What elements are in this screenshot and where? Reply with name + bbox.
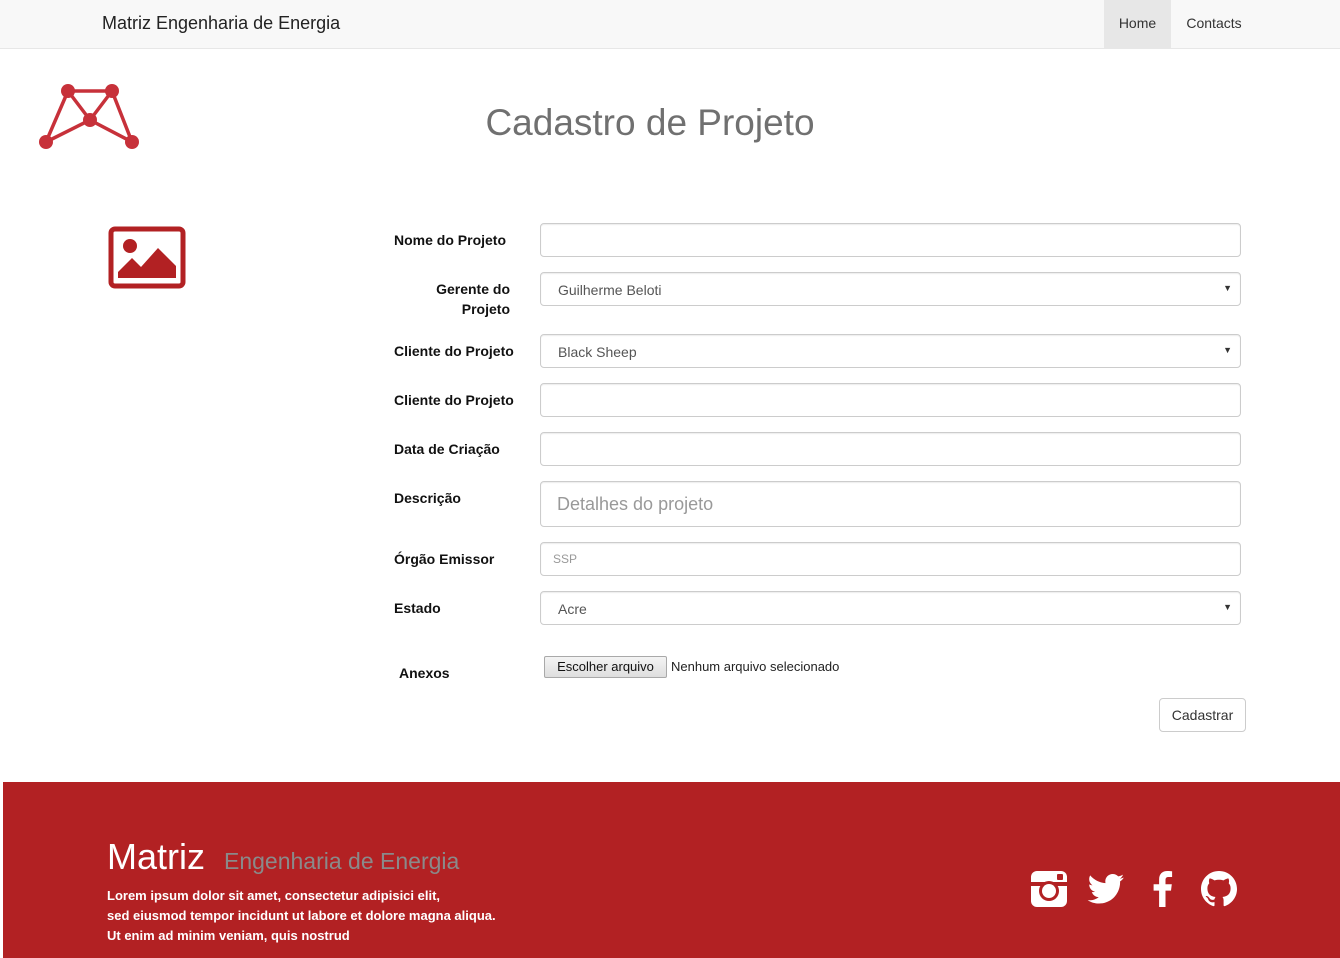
data-criacao-input[interactable]	[540, 432, 1241, 466]
label-anexos: Anexos	[399, 665, 450, 681]
footer: Matriz Engenharia de Energia Lorem ipsum…	[3, 782, 1340, 958]
estado-selected-value: Acre	[558, 601, 587, 617]
estado-select[interactable]: Acre ▼	[540, 591, 1241, 625]
footer-text-line: Lorem ipsum dolor sit amet, consectetur …	[107, 888, 441, 903]
orgao-emissor-input[interactable]	[540, 542, 1241, 576]
label-orgao-emissor: Órgão Emissor	[394, 551, 495, 567]
footer-title: Matriz	[107, 836, 205, 877]
top-navbar: Matriz Engenharia de Energia Home Contac…	[0, 0, 1340, 49]
nav-item-home[interactable]: Home	[1104, 0, 1171, 48]
label-cliente-projeto: Cliente do Projeto	[394, 343, 514, 359]
nome-projeto-input[interactable]	[540, 223, 1241, 257]
gerente-projeto-select[interactable]: Guilherme Beloti ▼	[540, 272, 1241, 306]
image-placeholder-icon[interactable]	[108, 226, 186, 290]
gerente-selected-value: Guilherme Beloti	[558, 282, 662, 298]
cliente-projeto-select[interactable]: Black Sheep ▼	[540, 334, 1241, 368]
label-descricao: Descrição	[394, 490, 461, 506]
page-title: Cadastro de Projeto	[485, 102, 815, 143]
cliente-projeto-input[interactable]	[540, 383, 1241, 417]
twitter-icon[interactable]	[1086, 869, 1126, 909]
cliente-selected-value: Black Sheep	[558, 344, 637, 360]
label-gerente-projeto: Gerente do Projeto	[394, 279, 510, 319]
github-icon[interactable]	[1199, 869, 1239, 909]
footer-subtitle: Engenharia de Energia	[224, 848, 460, 874]
descricao-input[interactable]	[540, 481, 1241, 527]
nav-item-contacts[interactable]: Contacts	[1171, 0, 1257, 48]
label-cliente-projeto-2: Cliente do Projeto	[394, 392, 514, 408]
label-nome-projeto: Nome do Projeto	[394, 232, 507, 248]
label-gerente-line1: Gerente do	[436, 281, 510, 297]
instagram-icon[interactable]	[1029, 869, 1069, 909]
file-status-text: Nenhum arquivo selecionado	[671, 659, 840, 674]
facebook-icon[interactable]	[1143, 869, 1183, 909]
footer-text-line: Ut enim ad minim veniam, quis nostrud	[107, 928, 350, 943]
chevron-down-icon: ▼	[1223, 283, 1232, 293]
label-estado: Estado	[394, 600, 441, 616]
choose-file-button[interactable]: Escolher arquivo	[544, 656, 667, 678]
footer-text-line: sed eiusmod tempor incidunt ut labore et…	[107, 908, 496, 923]
chevron-down-icon: ▼	[1223, 602, 1232, 612]
cadastrar-button[interactable]: Cadastrar	[1159, 698, 1246, 732]
label-data-criacao: Data de Criação	[394, 441, 500, 457]
label-gerente-line2: Projeto	[461, 301, 510, 317]
navbar-brand[interactable]: Matriz Engenharia de Energia	[102, 13, 340, 34]
chevron-down-icon: ▼	[1223, 345, 1232, 355]
